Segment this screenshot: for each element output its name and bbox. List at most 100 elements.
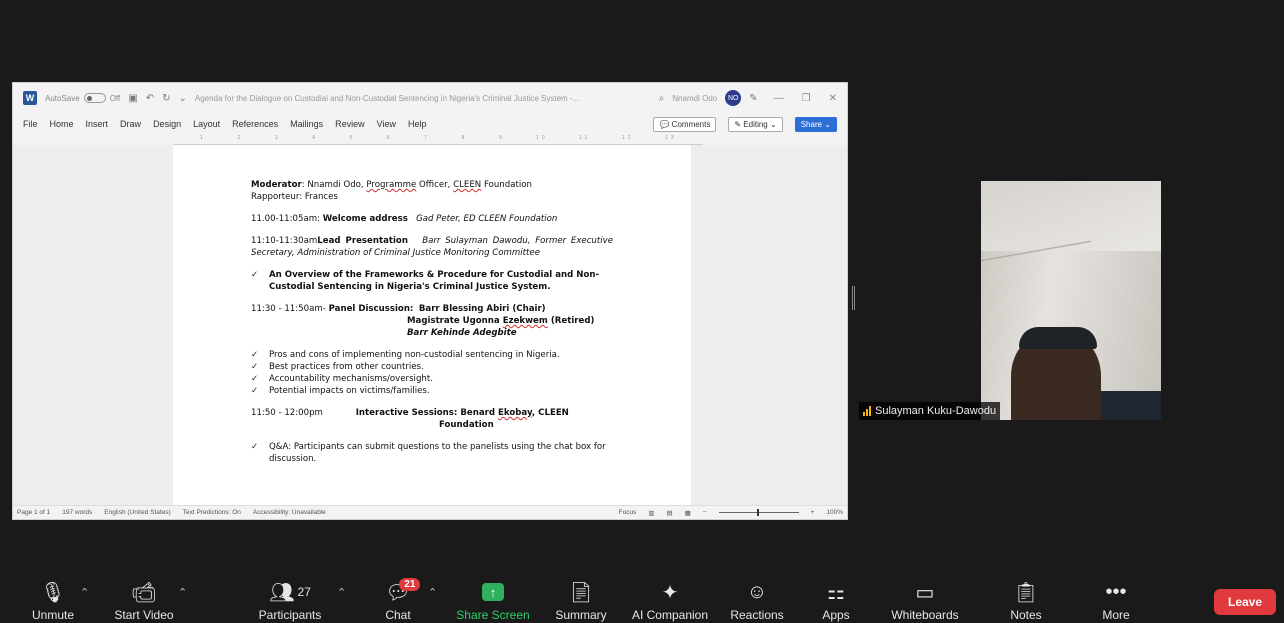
share-screen-label: Share Screen [456, 608, 530, 622]
menu-view[interactable]: View [377, 119, 396, 129]
focus-button[interactable]: Focus [619, 509, 637, 516]
more-button[interactable]: ••• More [1094, 576, 1138, 623]
participants-icon: 👥︎ 27 [269, 581, 311, 604]
document-page[interactable]: Moderator: Nnamdi Odo, Programme Officer… [173, 145, 691, 507]
bullet-text: Accountability mechanisms/oversight. [269, 374, 433, 384]
share-button[interactable]: Share ⌄ [794, 116, 837, 132]
video-options-chevron-icon[interactable]: ⌃ [178, 586, 187, 599]
notes-button[interactable]: 📋︎ Notes [1003, 576, 1049, 623]
search-icon[interactable]: ⌕ [659, 93, 665, 104]
zoom-in-icon[interactable]: + [811, 509, 815, 516]
menu-help[interactable]: Help [408, 119, 427, 129]
checkmark-icon: ✓ [251, 362, 259, 372]
comments-button[interactable]: 💬 Comments [653, 116, 717, 132]
start-video-button[interactable]: 📹︎ Start Video [102, 576, 186, 623]
menu-insert[interactable]: Insert [86, 119, 109, 129]
zoom-slider[interactable] [718, 509, 799, 516]
audio-level-icon [863, 406, 871, 416]
unmute-button[interactable]: 🎙︎ Unmute [22, 576, 84, 623]
menu-layout[interactable]: Layout [193, 119, 220, 129]
inter-rest: , CLEEN [531, 408, 569, 418]
chat-chevron-icon[interactable]: ⌃ [428, 586, 437, 599]
chevron-down-icon[interactable]: ⌄ [178, 93, 186, 104]
bullet-text: Best practices from other countries. [269, 362, 424, 372]
unmute-label: Unmute [31, 608, 75, 622]
print-layout-icon[interactable]: ▤ [666, 509, 672, 517]
pen-icon[interactable]: ✎ [749, 93, 757, 104]
welcome-title: Welcome address [322, 214, 408, 224]
share-screen-icon-wrap: ↑ [482, 579, 504, 605]
ai-companion-button[interactable]: ✦ AI Companion [628, 576, 712, 623]
panel-2b: Ezekwem [502, 316, 548, 326]
redo-icon[interactable]: ↻ [162, 93, 170, 104]
checkmark-icon: ✓ [251, 270, 259, 280]
moderator-org: CLEEN [453, 180, 482, 190]
menu-draw[interactable]: Draw [120, 119, 141, 129]
save-icon[interactable]: ▣ [128, 93, 137, 104]
close-icon[interactable]: ✕ [829, 93, 837, 104]
menu-review[interactable]: Review [335, 119, 365, 129]
panel-member-3: Barr Kehinde Adegbite [407, 328, 517, 338]
chat-button[interactable]: 💬︎ 21 Chat [378, 576, 421, 623]
apps-label: Apps [822, 608, 850, 622]
web-layout-icon[interactable]: ▦ [685, 509, 691, 517]
avatar[interactable]: NO [725, 90, 742, 106]
participant-name: Sulayman Kuku-Dawodu [875, 405, 997, 417]
welcome-time: 11.00-11:05am: [251, 214, 323, 224]
autosave-toggle[interactable]: AutoSave Off [45, 93, 120, 103]
whiteboard-icon: ▭ [915, 581, 935, 604]
checkmark-icon: ✓ [251, 386, 259, 396]
more-icon: ••• [1105, 580, 1127, 603]
summary-button[interactable]: 📄︎ Summary [550, 576, 612, 623]
panel-splitter[interactable] [852, 286, 855, 310]
reactions-button[interactable]: ☺ Reactions [726, 576, 788, 623]
status-predictions[interactable]: Text Predictions: On [183, 509, 241, 516]
panel-title: Panel Discussion: [328, 304, 414, 314]
summary-icon: 📄︎ [568, 581, 594, 604]
document-title: Agenda for the Dialogue on Custodial and… [194, 93, 580, 103]
whiteboards-button[interactable]: ▭ Whiteboards [884, 576, 966, 623]
menu-mailings[interactable]: Mailings [290, 119, 323, 129]
menu-design[interactable]: Design [153, 119, 181, 129]
zoom-meeting: W AutoSave Off ▣ ↶ ↻ ⌄ Agenda for the Di… [0, 0, 1284, 623]
reactions-label: Reactions [730, 608, 784, 622]
sparkle-icon: ✦ [661, 581, 679, 604]
menu-file[interactable]: File [23, 119, 38, 129]
panel-time: 11:30 - 11:50am- [251, 304, 329, 314]
apps-button[interactable]: ⚏ Apps [814, 576, 858, 623]
document-canvas[interactable]: Moderator: Nnamdi Odo, Programme Officer… [13, 145, 847, 507]
undo-icon[interactable]: ↶ [146, 93, 154, 104]
share-screen-button[interactable]: ↑ Share Screen [452, 576, 534, 623]
moderator-rest: Officer, [416, 180, 454, 190]
menu-references[interactable]: References [232, 119, 278, 129]
participant-video[interactable] [981, 181, 1161, 420]
video-off-icon: 📹︎ [131, 581, 157, 604]
inter-time: 11:50 - 12:00pm [251, 408, 323, 418]
participants-button[interactable]: 👥︎ 27 Participants [250, 576, 330, 623]
read-mode-icon[interactable]: ▥ [648, 509, 654, 517]
minimize-icon[interactable]: — [774, 93, 784, 104]
moderator-line: Moderator: Nnamdi Odo, Programme Officer… [251, 179, 691, 191]
participants-chevron-icon[interactable]: ⌃ [337, 586, 346, 599]
bullet-text: Potential impacts on victims/families. [269, 386, 430, 396]
leave-button[interactable]: Leave [1214, 589, 1276, 615]
zoom-level[interactable]: 100% [826, 509, 843, 516]
audio-options-chevron-icon[interactable]: ⌃ [80, 586, 89, 599]
word-logo-icon: W [23, 91, 37, 105]
status-accessibility[interactable]: Accessibility: Unavailable [253, 509, 326, 516]
participant-namebar: Sulayman Kuku-Dawodu [859, 402, 1001, 420]
zoom-out-icon[interactable]: − [703, 509, 707, 516]
menu-home[interactable]: Home [50, 119, 74, 129]
word-menubar: File Home Insert Draw Design Layout Refe… [13, 113, 847, 135]
meeting-toolbar: 🎙︎ Unmute ⌃ 📹︎ Start Video ⌃ 👥︎ 27 Partic… [0, 576, 1284, 623]
status-language[interactable]: English (United States) [104, 509, 170, 516]
bullet-item: ✓ Accountability mechanisms/oversight. [251, 373, 691, 385]
shared-word-window: W AutoSave Off ▣ ↶ ↻ ⌄ Agenda for the Di… [12, 82, 848, 520]
bullet-item: ✓ Pros and cons of implementing non-custo… [251, 349, 691, 361]
notes-label: Notes [1010, 608, 1042, 622]
restore-icon[interactable]: ❐ [802, 93, 811, 104]
chat-label: Chat [385, 608, 411, 622]
qa-text: Q&A: Participants can submit questions t… [269, 442, 606, 464]
horizontal-ruler: · · · 1 · · · 2 · · · 3 · · · 4 · · · 5 … [173, 135, 703, 145]
editing-button[interactable]: ✎ Editing ⌄ [728, 116, 783, 132]
